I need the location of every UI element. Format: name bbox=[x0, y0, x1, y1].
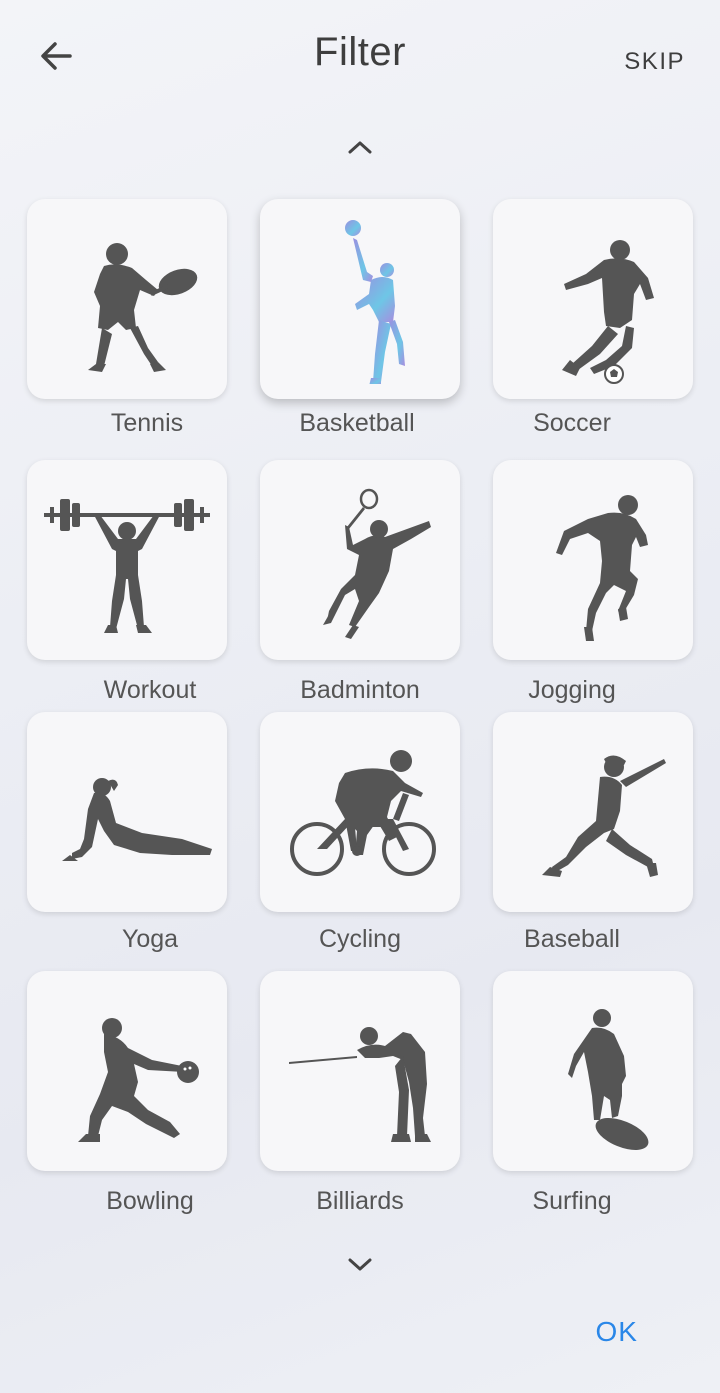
jogging-icon bbox=[556, 495, 648, 641]
sport-tile-surfing[interactable] bbox=[493, 971, 693, 1171]
sport-tile-workout[interactable] bbox=[27, 460, 227, 660]
sport-label-baseball: Baseball bbox=[524, 925, 620, 953]
skip-button[interactable]: SKIP bbox=[624, 48, 685, 76]
sport-label-badminton: Badminton bbox=[300, 676, 420, 704]
sport-label-bowling: Bowling bbox=[106, 1187, 194, 1215]
cycling-icon bbox=[290, 750, 436, 876]
sport-label-basketball: Basketball bbox=[299, 409, 415, 437]
sport-tile-billiards[interactable] bbox=[260, 971, 460, 1171]
sport-label-billiards: Billiards bbox=[316, 1187, 404, 1215]
basketball-icon bbox=[345, 220, 405, 384]
sport-tile-cycling[interactable] bbox=[260, 712, 460, 912]
page-title: Filter bbox=[314, 30, 406, 74]
sport-tile-bowling[interactable] bbox=[27, 971, 227, 1171]
ok-button[interactable]: OK bbox=[596, 1316, 638, 1348]
badminton-icon bbox=[323, 488, 431, 639]
baseball-icon bbox=[542, 755, 666, 877]
sport-label-yoga: Yoga bbox=[121, 925, 179, 953]
sport-label-workout: Workout bbox=[103, 676, 197, 704]
workout-icon bbox=[44, 499, 210, 633]
sport-label-surfing: Surfing bbox=[532, 1187, 612, 1215]
sport-tile-baseball[interactable] bbox=[493, 712, 693, 912]
scroll-down-button[interactable] bbox=[340, 1250, 380, 1280]
sport-tile-yoga[interactable] bbox=[27, 712, 227, 912]
sport-tile-tennis[interactable] bbox=[27, 199, 227, 399]
sport-label-cycling: Cycling bbox=[319, 925, 401, 953]
tennis-icon bbox=[88, 243, 198, 372]
yoga-icon bbox=[62, 778, 212, 861]
sport-label-jogging: Jogging bbox=[528, 676, 616, 704]
scroll-up-button[interactable] bbox=[340, 132, 380, 162]
soccer-icon bbox=[562, 240, 654, 384]
bowling-icon bbox=[78, 1018, 199, 1142]
surfing-icon bbox=[568, 1009, 649, 1150]
sport-tile-basketball[interactable] bbox=[260, 199, 460, 399]
billiards-icon bbox=[289, 1027, 431, 1142]
sport-label-tennis: Tennis bbox=[110, 409, 184, 437]
sport-label-soccer: Soccer bbox=[533, 409, 611, 437]
chevron-up-icon bbox=[348, 141, 372, 154]
sport-tile-badminton[interactable] bbox=[260, 460, 460, 660]
chevron-down-icon bbox=[348, 1258, 372, 1271]
sport-tile-soccer[interactable] bbox=[493, 199, 693, 399]
sport-tile-jogging[interactable] bbox=[493, 460, 693, 660]
